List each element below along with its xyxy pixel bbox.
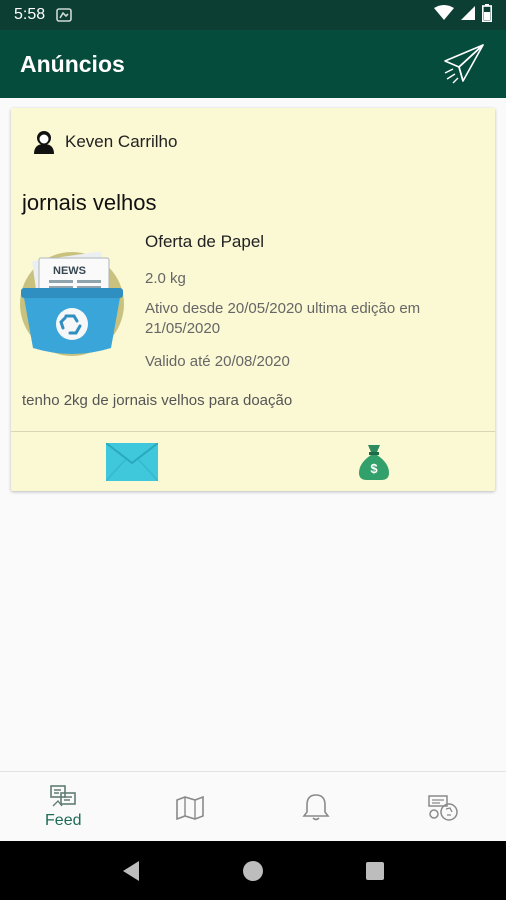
recents-square-icon bbox=[366, 861, 384, 880]
nav-recycling[interactable] bbox=[380, 772, 506, 841]
user-avatar-icon bbox=[34, 131, 54, 154]
donation-button[interactable]: $ bbox=[253, 432, 495, 491]
ad-weight: 2.0 kg bbox=[145, 270, 186, 287]
ad-info: Oferta de Papel 2.0 kg Ativo desde 20/05… bbox=[145, 232, 485, 370]
signal-icon bbox=[460, 5, 476, 26]
phone-screen: 5:58 Anúncios Keven Carrilho jornais vel… bbox=[0, 0, 506, 900]
envelope-icon bbox=[106, 442, 158, 481]
notification-icon bbox=[55, 6, 73, 24]
nav-feed[interactable]: Feed bbox=[0, 772, 127, 841]
author-row[interactable]: Keven Carrilho bbox=[33, 130, 177, 154]
battery-icon bbox=[482, 3, 492, 27]
money-bag-icon: $ bbox=[359, 444, 389, 480]
back-triangle-icon bbox=[123, 860, 139, 881]
app-bar: Anúncios bbox=[0, 30, 506, 98]
wifi-icon bbox=[434, 4, 454, 26]
send-button[interactable] bbox=[442, 42, 486, 86]
bottom-navigation: Feed bbox=[0, 771, 506, 841]
map-icon bbox=[175, 795, 204, 820]
ad-card[interactable]: Keven Carrilho jornais velhos NEWS Ofert… bbox=[11, 108, 495, 491]
status-bar: 5:58 bbox=[0, 0, 506, 30]
recents-button[interactable] bbox=[355, 851, 395, 891]
system-navigation-bar bbox=[0, 841, 506, 900]
paper-plane-icon bbox=[444, 44, 484, 84]
home-button[interactable] bbox=[233, 851, 273, 891]
card-actions: $ bbox=[11, 432, 495, 491]
author-name: Keven Carrilho bbox=[65, 132, 178, 151]
ad-dates: Ativo desde 20/05/2020 ultima edição em … bbox=[145, 300, 421, 337]
ad-description: tenho 2kg de jornais velhos para doação bbox=[22, 392, 293, 409]
recycling-icon bbox=[428, 794, 458, 821]
svg-text:$: $ bbox=[370, 461, 378, 476]
nav-notifications[interactable] bbox=[253, 772, 380, 841]
ad-title: jornais velhos bbox=[22, 190, 157, 215]
page-title: Anúncios bbox=[20, 50, 125, 77]
recycle-bin-image: NEWS bbox=[19, 248, 131, 358]
newspaper-label: NEWS bbox=[53, 265, 86, 277]
nav-map[interactable] bbox=[127, 772, 254, 841]
ad-valid-until: Valido até 20/08/2020 bbox=[145, 353, 290, 370]
nav-feed-label: Feed bbox=[45, 811, 82, 829]
feed-icon bbox=[50, 784, 77, 806]
back-button[interactable] bbox=[111, 851, 151, 891]
ad-category: Oferta de Papel bbox=[145, 232, 265, 251]
status-time: 5:58 bbox=[14, 6, 46, 23]
home-circle-icon bbox=[243, 860, 263, 881]
bell-icon bbox=[302, 793, 330, 820]
status-icons bbox=[434, 3, 492, 27]
message-button[interactable] bbox=[11, 432, 253, 491]
